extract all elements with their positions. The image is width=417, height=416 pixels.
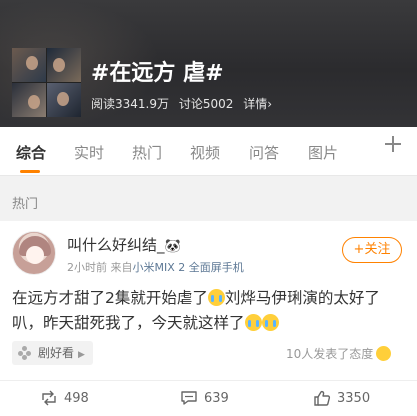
follow-button[interactable]: +关注 (342, 237, 402, 263)
tab-realtime[interactable]: 实时 (74, 142, 104, 163)
triangle-right-icon: ▶ (78, 350, 85, 360)
add-tab-icon[interactable] (383, 134, 403, 154)
smile-emoji-icon (376, 346, 392, 361)
topic-cover-image[interactable] (12, 48, 81, 117)
tab-video[interactable]: 视频 (190, 142, 220, 163)
repost-icon (42, 390, 56, 406)
crying-emoji-icon (261, 314, 279, 331)
discussion-count: 讨论5002 (178, 97, 234, 111)
username[interactable]: 叫什么好纠结_🐼 (67, 234, 181, 255)
action-bar: 498 639 3350 (0, 380, 417, 416)
tab-bar: 综合 实时 热门 视频 问答 图片 (0, 127, 417, 176)
post-time: 2小时前 (67, 261, 107, 274)
repost-button[interactable]: 498 (40, 381, 89, 416)
crying-emoji-icon (244, 314, 262, 331)
read-count: 阅读3341.9万 (91, 97, 169, 111)
tab-comprehensive[interactable]: 综合 (16, 142, 46, 163)
topic-stats: 阅读3341.9万 讨论5002 详情› (91, 95, 278, 112)
section-label: 热门 (12, 197, 39, 212)
tab-images[interactable]: 图片 (308, 142, 338, 163)
active-tab-indicator (20, 170, 40, 173)
source-link[interactable]: 小米MIX 2 全面屏手机 (133, 261, 244, 274)
comment-icon (181, 391, 197, 405)
comment-count: 639 (204, 391, 229, 406)
thumbs-up-icon (314, 390, 331, 406)
topic-banner: #在远方 虐# 阅读3341.9万 讨论5002 详情› (0, 0, 417, 127)
tab-qa[interactable]: 问答 (249, 142, 279, 163)
super-topic-chip[interactable]: 剧好看 ▶ (12, 341, 93, 365)
like-count: 3350 (337, 391, 371, 406)
post-card: 叫什么好纠结_🐼 2小时前 来自小米MIX 2 全面屏手机 +关注 在远方才甜了… (0, 221, 417, 380)
post-meta: 2小时前 来自小米MIX 2 全面屏手机 (67, 259, 244, 275)
details-link[interactable]: 详情› (243, 97, 272, 111)
repost-count: 498 (64, 391, 89, 406)
post-text[interactable]: 在远方才甜了2集就开始虐了 刘烨马伊琍演的太好了叭，昨天甜死我了，今天就这样了 (12, 286, 407, 336)
chip-label: 剧好看 (38, 346, 75, 360)
post-text-part1: 在远方才甜了2集就开始虐了 (12, 289, 208, 307)
attitude-summary[interactable]: 10人发表了态度 (286, 345, 392, 362)
tab-hot[interactable]: 热门 (132, 142, 162, 163)
attitude-text: 10人发表了态度 (286, 347, 374, 361)
topic-title: #在远方 虐# (91, 61, 224, 86)
crying-emoji-icon (207, 289, 225, 306)
source-prefix: 来自 (110, 261, 133, 274)
username-text[interactable]: 叫什么好纠结_ (67, 236, 165, 254)
comment-button[interactable]: 639 (180, 381, 229, 416)
flower-icon (18, 346, 32, 360)
like-button[interactable]: 3350 (313, 381, 370, 416)
avatar[interactable] (12, 231, 56, 275)
panda-emoji-icon: 🐼 (164, 239, 181, 254)
